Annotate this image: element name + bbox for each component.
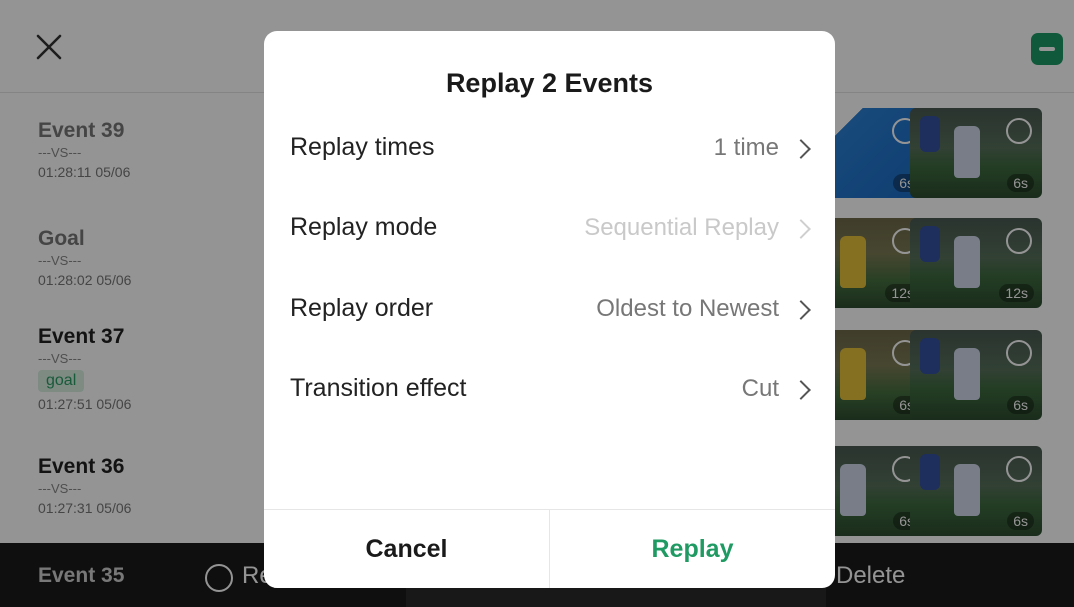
option-label: Transition effect <box>290 374 467 402</box>
cancel-button[interactable]: Cancel <box>264 510 549 588</box>
dialog-footer: Cancel Replay <box>264 509 835 588</box>
option-value: Cut <box>741 375 779 402</box>
replay-button[interactable]: Replay <box>550 510 835 588</box>
option-transition-effect[interactable]: Transition effect Cut <box>264 360 835 416</box>
option-replay-times[interactable]: Replay times 1 time <box>264 119 835 175</box>
option-value: Sequential Replay <box>584 214 779 241</box>
option-value: Oldest to Newest <box>596 295 779 322</box>
option-label: Replay mode <box>290 213 438 241</box>
replay-dialog: Replay 2 Events Replay times 1 time Repl… <box>264 31 835 588</box>
option-label: Replay order <box>290 294 434 322</box>
dialog-title: Replay 2 Events <box>445 68 654 98</box>
chevron-right-icon <box>791 380 811 400</box>
chevron-right-icon <box>791 219 811 239</box>
chevron-right-icon <box>791 139 811 159</box>
option-replay-mode[interactable]: Replay mode Sequential Replay <box>264 199 835 255</box>
chevron-right-icon <box>791 300 811 320</box>
option-replay-order[interactable]: Replay order Oldest to Newest <box>264 280 835 336</box>
option-label: Replay times <box>290 133 435 161</box>
option-value: 1 time <box>713 134 779 161</box>
